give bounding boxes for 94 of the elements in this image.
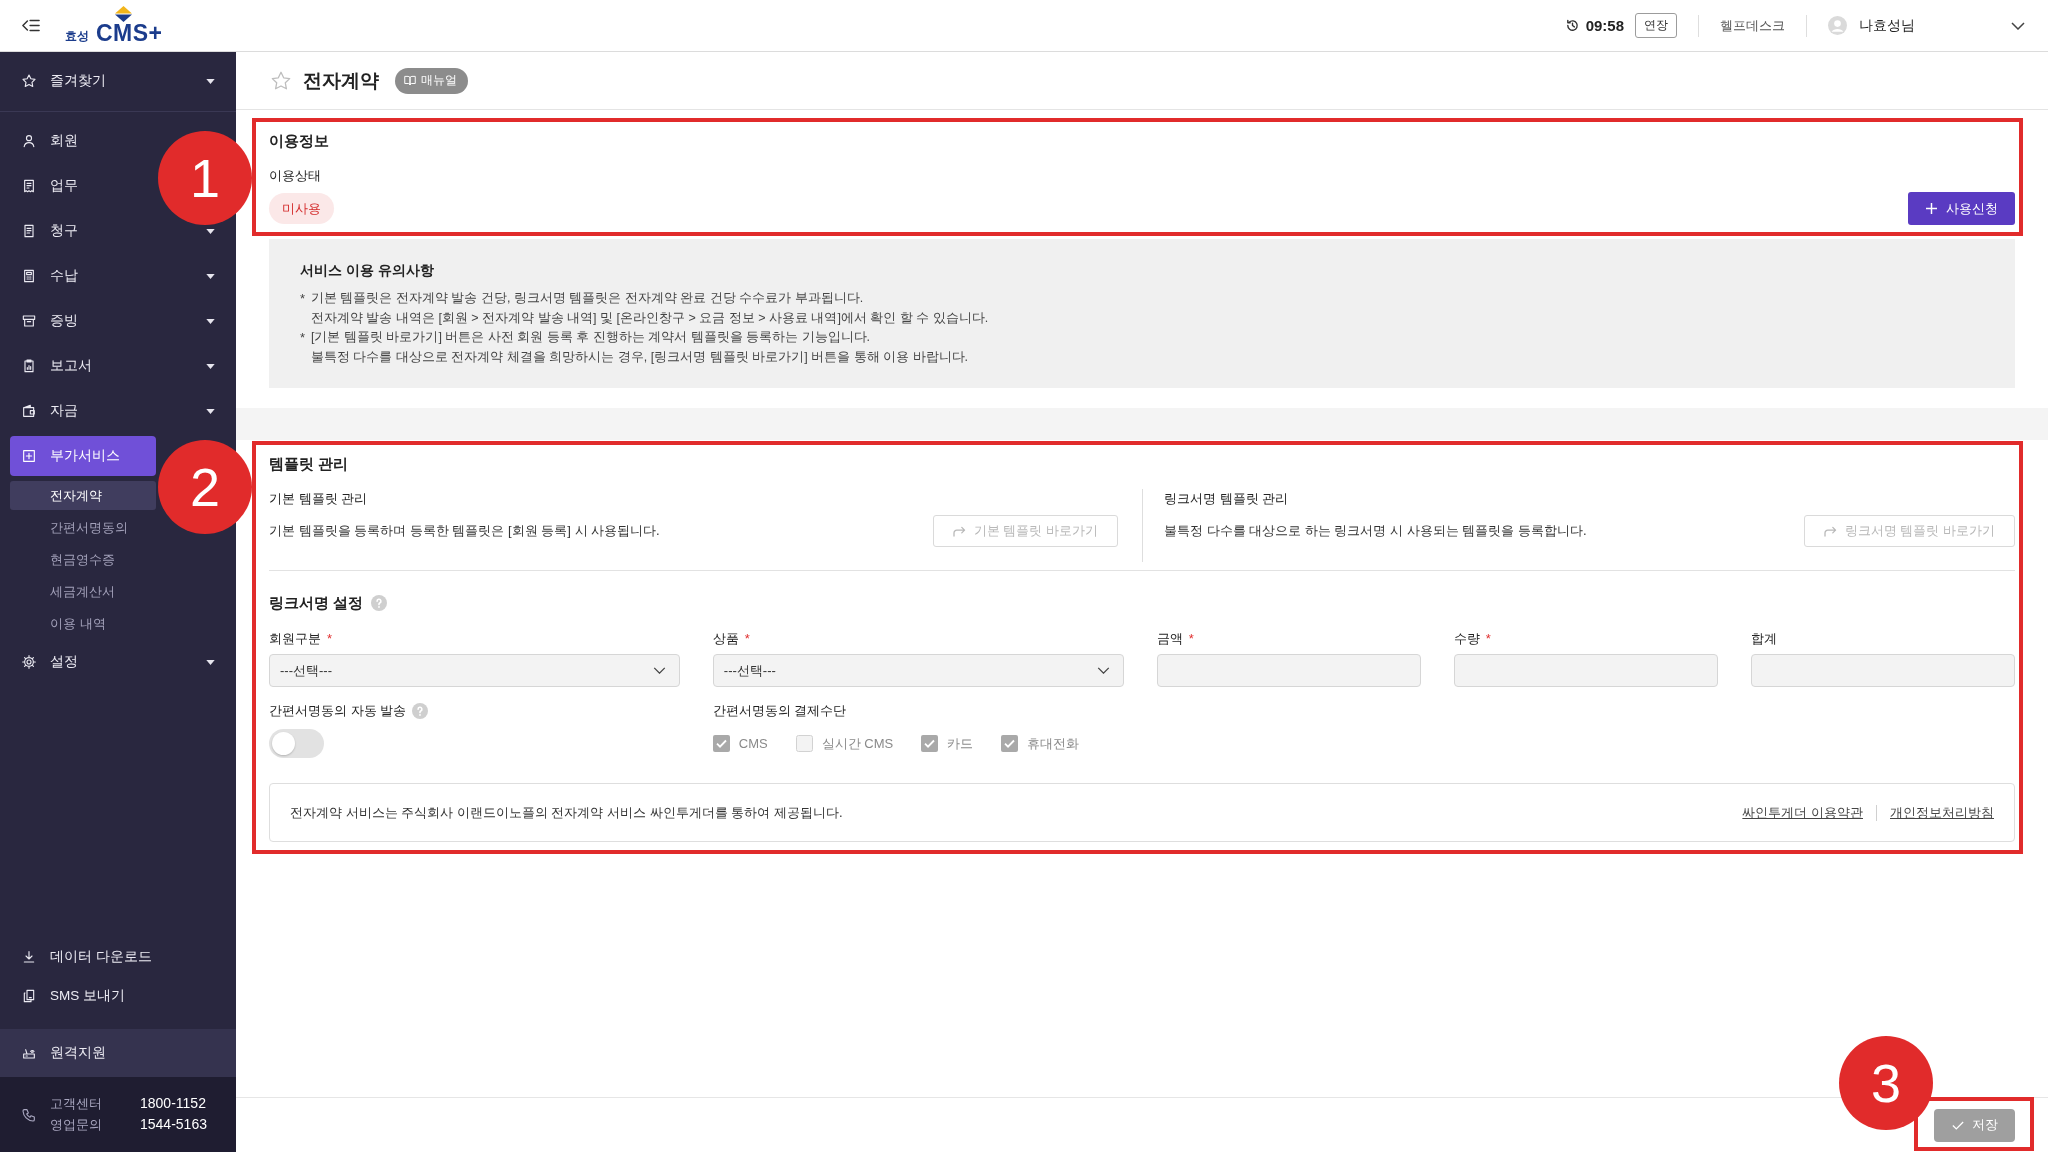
chevron-down-icon[interactable]	[2011, 21, 2025, 30]
chevron-down-icon	[1096, 667, 1110, 674]
section-title: 이용정보	[269, 131, 330, 151]
logo-text: CMS+	[96, 21, 163, 45]
field-label: 이용상태	[269, 167, 322, 185]
sidebar-menu-item[interactable]: 설정	[10, 642, 226, 682]
remote-support-button[interactable]: 원격지원	[0, 1029, 236, 1077]
checkbox-label: 실시간 CMS	[821, 734, 894, 753]
required-mark: *	[1485, 630, 1491, 648]
required-mark: *	[327, 630, 333, 648]
sidebar-link[interactable]: SMS 보내기	[10, 978, 226, 1014]
status-badge: 미사용	[269, 193, 334, 224]
contact-label: 고객센터	[50, 1095, 102, 1113]
field-label: 회원구분	[269, 630, 321, 648]
forward-arrow-icon	[1823, 525, 1837, 537]
book-icon	[404, 75, 416, 86]
dropdown[interactable]: ---선택---	[712, 654, 1124, 687]
notice-text: 전자계약 발송 내역은 [회원 > 전자계약 발송 내역] 및 [온라인창구 > 요금 정보 > 사용료 내역]에서 확인 할 수 있습니다.	[311, 309, 989, 327]
help-icon[interactable]	[371, 595, 388, 611]
favorites-menu-item[interactable]: 즐겨찾기	[10, 61, 226, 101]
sidebar-collapse-icon[interactable]	[22, 19, 40, 32]
check-icon	[1951, 1120, 1964, 1130]
step-number: 3	[1839, 1035, 1933, 1130]
section-title: 템플릿 관리	[269, 454, 350, 474]
provider-note-text: 전자계약 서비스는 주식회사 이랜드이노플의 전자계약 서비스 싸인투게더를 통하여 제공됩니다.	[290, 803, 843, 822]
subsection-title: 링크서명 템플릿 관리	[1164, 490, 1290, 508]
sidebar-submenu-item[interactable]: 간편서명동의	[10, 513, 156, 542]
policy-link[interactable]: 개인정보처리방침	[1890, 803, 1994, 822]
contact-label: 영업문의	[50, 1116, 102, 1134]
plus-icon	[1925, 203, 1937, 214]
section-title: 링크서명 설정	[269, 593, 364, 613]
policy-link[interactable]: 싸인투게더 이용약관	[1742, 803, 1863, 822]
sidebar-menu-item[interactable]: 회원	[10, 121, 156, 161]
calculator-icon	[21, 268, 37, 284]
checkbox-label: CMS	[738, 736, 768, 751]
sidebar-menu-item[interactable]: 증빙	[10, 301, 226, 341]
subsection-title: 기본 템플릿 관리	[269, 490, 369, 508]
field-label: 금액	[1156, 630, 1183, 648]
contact-number: 1800-1152	[140, 1095, 207, 1113]
note-marker: *	[300, 329, 307, 347]
history-icon	[1564, 18, 1580, 33]
sidebar-submenu-item[interactable]: 전자계약	[10, 481, 156, 510]
download-icon	[21, 949, 37, 965]
field-label: 수량	[1453, 630, 1480, 648]
page-title: 전자계약	[303, 68, 379, 93]
user-name[interactable]: 나효성님	[1859, 16, 1915, 35]
notice-text: 불특정 다수를 대상으로 전자계약 체결을 희망하시는 경우, [링크서명 템플릿 바로가기] 버튼을 통해 이용 바랍니다.	[311, 348, 969, 366]
field-label: 간편서명동의 자동 발송	[269, 702, 407, 720]
required-mark: *	[1188, 630, 1194, 648]
star-icon	[21, 73, 37, 89]
notice-text: [기본 템플릿 바로가기] 버튼은 사전 회원 등록 후 진행하는 계약서 템플릿을 등록하는 기능입니다.	[311, 329, 872, 346]
archive-icon	[21, 313, 37, 329]
contact-number: 1544-5163	[140, 1116, 207, 1134]
checkbox-label: 휴대전화	[1027, 734, 1080, 753]
document-icon	[21, 178, 37, 194]
field-label: 간편서명동의 결제수단	[712, 702, 847, 720]
logo-subtitle: 효성	[65, 28, 89, 45]
notice-title: 서비스 이용 유의사항	[300, 261, 435, 280]
apply-button[interactable]: 사용신청	[1908, 192, 2015, 225]
settings-icon	[21, 654, 37, 670]
help-icon[interactable]	[412, 703, 429, 719]
wallet-icon	[21, 403, 37, 419]
clipboard-chart-icon	[21, 358, 37, 374]
sidebar-menu-item[interactable]: 부가서비스	[10, 436, 156, 476]
toggle-switch[interactable]	[269, 729, 324, 758]
required-mark: *	[744, 630, 750, 648]
person-icon	[21, 133, 37, 149]
field-label: 합계	[1750, 630, 1777, 648]
description-text: 기본 템플릿을 등록하며 등록한 템플릿은 [회원 등록] 시 사용됩니다.	[269, 522, 660, 540]
note-marker: *	[300, 290, 307, 308]
star-icon[interactable]	[270, 69, 292, 92]
mobile-message-icon	[21, 988, 37, 1004]
forward-arrow-icon	[952, 525, 966, 537]
helpdesk-link[interactable]: 헬프데스크	[1720, 16, 1785, 35]
sidebar-menu-item[interactable]: 업무	[10, 166, 156, 206]
sidebar-link[interactable]: 데이터 다운로드	[10, 939, 226, 975]
phone-icon	[21, 1106, 37, 1123]
notice-text: 기본 템플릿은 전자계약 발송 건당, 링크서명 템플릿은 전자계약 완료 건당 수수료가 부과됩니다.	[311, 290, 865, 307]
description-text: 불특정 다수를 대상으로 하는 링크서명 시 사용되는 템플릿을 등록합니다.	[1164, 522, 1587, 540]
dropdown[interactable]: ---선택---	[269, 654, 680, 687]
avatar-icon[interactable]	[1828, 16, 1847, 35]
sidebar-menu-item[interactable]: 수납	[10, 256, 226, 296]
sidebar-submenu-item[interactable]: 현금영수증	[10, 545, 156, 574]
session-timer: 09:58	[1585, 17, 1624, 34]
chevron-down-icon	[652, 667, 666, 674]
sidebar-menu-item[interactable]: 자금	[10, 391, 226, 431]
extend-session-button[interactable]: 연장	[1635, 13, 1677, 38]
sidebar-submenu-item[interactable]: 이용 내역	[10, 609, 156, 638]
logo-mark-icon	[115, 6, 132, 22]
sidebar-submenu-item[interactable]: 세금계산서	[10, 577, 156, 606]
checkbox-label: 카드	[947, 734, 974, 753]
sidebar-menu-item[interactable]: 보고서	[10, 346, 226, 386]
field-label: 상품	[712, 630, 739, 648]
receipt-icon	[21, 223, 37, 239]
